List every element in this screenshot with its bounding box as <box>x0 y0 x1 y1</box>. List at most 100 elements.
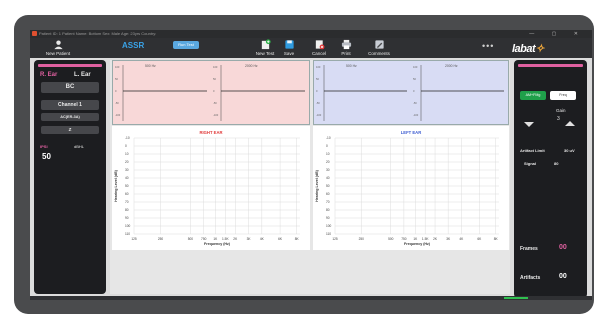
window-titlebar: Patient ID: 1 Patient Name: Bottom Sex: … <box>30 30 592 38</box>
waveform-frequency-label: 500 Hz <box>145 64 156 68</box>
gain-decrease-icon[interactable] <box>524 122 534 127</box>
audiogram-x-tick: 3K <box>446 237 451 241</box>
level-unit: dBHL <box>74 144 85 149</box>
waveform-tick-label: 50 <box>316 77 319 81</box>
window-controls[interactable]: — ▢ ✕ <box>529 30 586 38</box>
gain-label: Gain <box>556 108 566 113</box>
audiogram-x-tick: 1.5K <box>422 237 429 241</box>
audiogram-y-tick: 20 <box>125 160 129 164</box>
more-options-icon[interactable]: ••• <box>482 41 494 51</box>
left-ear-toggle[interactable]: L. Ear <box>74 72 91 78</box>
comments-button[interactable]: Comments <box>362 39 396 56</box>
waveform-frequency-label: 2000 Hz <box>245 64 258 68</box>
print-button[interactable]: Print <box>336 39 356 56</box>
audiogram-y-tick: 40 <box>326 176 330 180</box>
logo-text: labat <box>512 43 536 55</box>
right-ear-waveform-panel: 500 Hz 100 50 0 -50 -100 2000 Hz 100 50 0 -50 -100 <box>112 60 310 125</box>
audiogram-y-tick: 110 <box>326 232 331 236</box>
signal-value[interactable]: 80 <box>554 161 558 166</box>
audiogram-y-tick: 50 <box>125 184 129 188</box>
waveform-tick-label: 0 <box>213 89 215 93</box>
new-test-label: New Test <box>255 51 275 56</box>
new-patient-button[interactable]: New Patient <box>38 39 78 56</box>
waveform-tick-label: -100 <box>413 113 419 117</box>
audiogram-y-tick: -10 <box>125 136 130 140</box>
transducer-selector[interactable]: AC(ER-3A) <box>41 113 99 121</box>
print-label: Print <box>341 51 351 56</box>
audiogram-y-tick: 60 <box>326 192 330 196</box>
audiogram-title: RIGHT EAR <box>199 130 222 135</box>
right-waveform-svg: 500 Hz 100 50 0 -50 -100 2000 Hz 100 50 0 -50 -100 <box>115 64 305 121</box>
panel-accent-bar-right <box>518 64 583 67</box>
audiogram-x-tick: 8K <box>295 237 300 241</box>
waveform-tick-label: 0 <box>316 89 318 93</box>
test-type-title: ASSR <box>122 41 145 50</box>
stimulus-level[interactable]: 50 <box>42 152 51 161</box>
cancel-button[interactable]: Cancel <box>308 39 330 56</box>
cancel-label: Cancel <box>311 51 326 56</box>
waveform-tick-label: 0 <box>115 89 117 93</box>
audiogram-x-label: Frequency (Hz) <box>204 242 231 246</box>
audiogram-y-tick: -10 <box>326 136 331 140</box>
results-area: 500 Hz 100 50 0 -50 -100 2000 Hz 100 50 0 -50 -100 … <box>110 60 510 294</box>
audiogram-y-label: Hearing Level (dB) <box>315 169 319 202</box>
audiogram-y-tick: 90 <box>125 216 129 220</box>
run-test-button[interactable]: Run Test <box>173 41 199 49</box>
audiogram-x-tick: 3K <box>247 237 252 241</box>
save-button[interactable]: Save <box>280 39 298 56</box>
audiogram-x-tick: 1K <box>413 237 418 241</box>
waveform-tick-label: 50 <box>413 77 416 81</box>
save-label: Save <box>283 51 295 56</box>
cancel-icon <box>315 40 324 50</box>
right-ear-audiogram[interactable]: RIGHT EAR -10 0 10 20 30 40 50 60 70 80 90 100 110 125… <box>112 126 310 250</box>
am-fm-button[interactable]: AM+FMg <box>520 91 546 100</box>
audiogram-y-tick: 70 <box>326 200 330 204</box>
frames-value: 00 <box>559 244 567 251</box>
audiogram-y-tick: 70 <box>125 200 129 204</box>
printer-icon <box>341 39 351 50</box>
channel-selector[interactable]: Channel 1 <box>41 100 99 110</box>
new-patient-label: New Patient <box>45 51 71 56</box>
left-waveform-svg: 500 Hz 100 50 0 -50 -100 2000 Hz 100 50 0 -50 -100 <box>316 64 504 121</box>
waveform-tick-label: 0 <box>413 89 415 93</box>
waveform-tick-label: 100 <box>213 65 218 69</box>
bc-button[interactable]: BC <box>41 82 99 93</box>
new-test-button[interactable]: New Test <box>252 39 278 56</box>
audiogram-y-tick: 30 <box>125 168 129 172</box>
artifact-limit-value[interactable]: 30 uV <box>564 148 575 153</box>
audiogram-y-tick: 0 <box>326 144 328 148</box>
left-ear-audiogram[interactable]: LEFT EAR -10 0 10 20 30 40 50 60 70 80 90 100 110 125 2… <box>313 126 509 250</box>
artifact-limit-label: Artifact Limit <box>520 148 545 153</box>
waveform-tick-label: 50 <box>213 77 216 81</box>
toolbar: New Patient ASSR Run Test New Test Save … <box>30 38 592 58</box>
right-ear-toggle[interactable]: R. Ear <box>40 72 57 78</box>
z-button[interactable]: Z <box>41 126 99 134</box>
audiogram-y-tick: 0 <box>125 144 127 148</box>
waveform-tick-label: 100 <box>316 65 321 69</box>
audiogram-y-tick: 80 <box>125 208 129 212</box>
audiogram-y-tick: 20 <box>326 160 330 164</box>
left-ear-waveform-panel: 500 Hz 100 50 0 -50 -100 2000 Hz 100 50 0 -50 -100 <box>313 60 509 125</box>
waveform-frequency-label: 2000 Hz <box>445 64 458 68</box>
audiogram-x-tick: 125 <box>332 237 338 241</box>
audiogram-y-tick: 100 <box>125 224 131 228</box>
audiogram-y-tick: 30 <box>326 168 330 172</box>
audiogram-y-tick: 50 <box>326 184 330 188</box>
user-icon <box>53 40 63 50</box>
audiogram-x-tick: 1K <box>213 237 218 241</box>
audiogram-x-tick: 500 <box>188 237 194 241</box>
panel-accent-bar <box>38 64 102 67</box>
left-control-panel: R. Ear L. Ear BC Channel 1 AC(ER-3A) Z I… <box>34 60 106 294</box>
waveform-tick-label: -100 <box>213 113 219 117</box>
comments-icon <box>374 40 384 49</box>
audiogram-x-tick: 6K <box>278 237 283 241</box>
waveform-tick-label: -100 <box>115 113 121 117</box>
audiogram-x-tick: 250 <box>359 237 365 241</box>
waveform-tick-label: -100 <box>316 113 322 117</box>
gain-increase-icon[interactable] <box>565 121 575 126</box>
window-title: Patient ID: 1 Patient Name: Bottom Sex: … <box>39 31 157 36</box>
audiogram-title: LEFT EAR <box>401 130 421 135</box>
signal-label: Signal <box>524 161 537 166</box>
freq-button[interactable]: Freq <box>550 91 576 100</box>
audiogram-x-tick: 2K <box>433 237 438 241</box>
